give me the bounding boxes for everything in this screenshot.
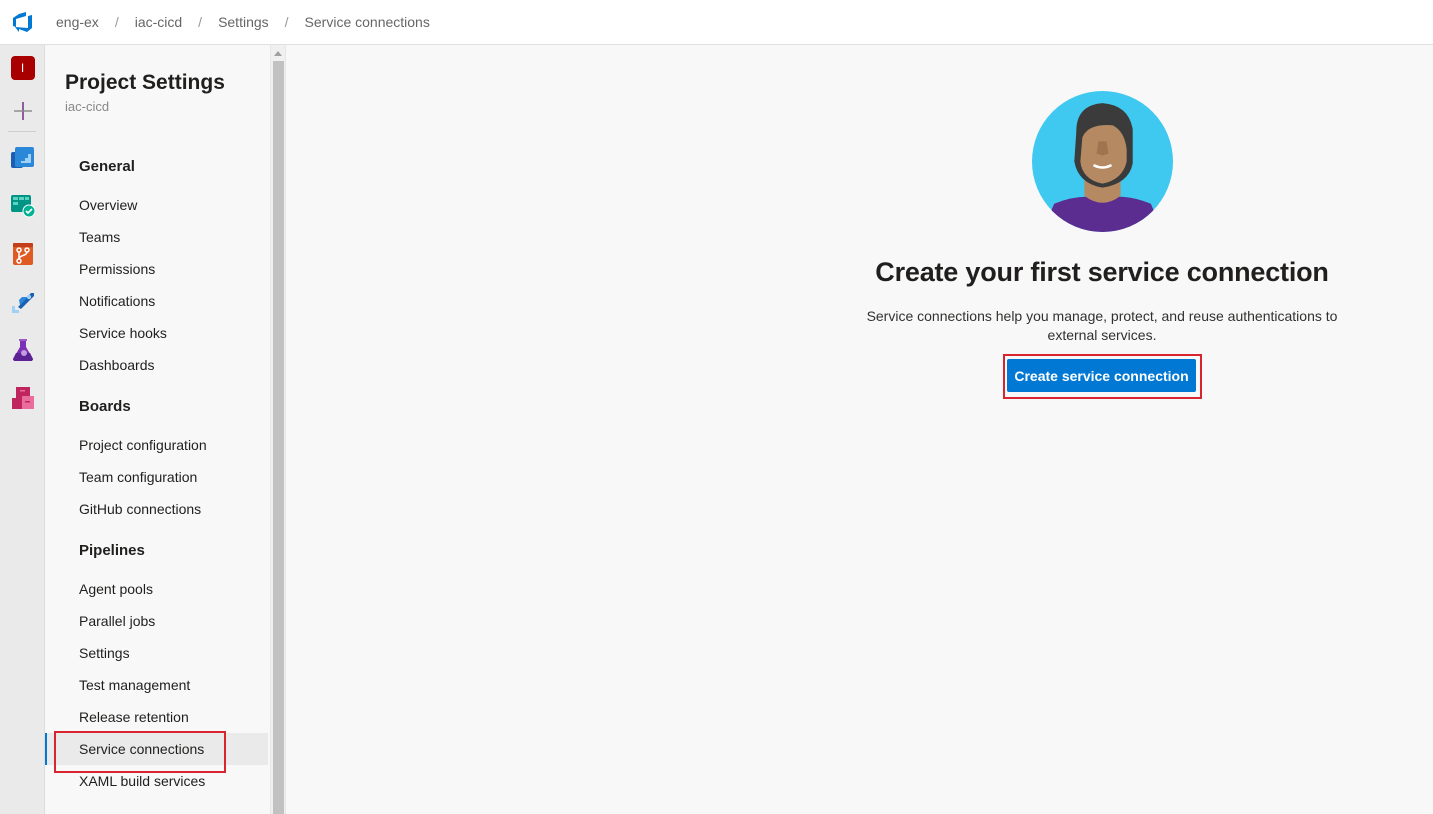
scroll-thumb[interactable]: [273, 61, 284, 814]
nav-item-github-connections[interactable]: GitHub connections: [45, 493, 270, 525]
repos-icon: [12, 243, 33, 265]
breadcrumb-org[interactable]: eng-ex: [56, 14, 99, 30]
test-plans-icon: [12, 339, 33, 361]
breadcrumb-settings[interactable]: Settings: [218, 14, 269, 30]
org-badge: I: [10, 56, 35, 80]
org-button[interactable]: I: [0, 45, 45, 91]
nav-project-name: iac-cicd: [65, 99, 110, 114]
nav-item-project-configuration[interactable]: Project configuration: [45, 429, 270, 461]
breadcrumb-separator: /: [114, 14, 119, 30]
nav-item-settings[interactable]: Settings: [45, 637, 270, 669]
nav-item-team-configuration[interactable]: Team configuration: [45, 461, 270, 493]
artifacts-icon: [11, 387, 34, 409]
nav-item-teams[interactable]: Teams: [45, 221, 270, 253]
empty-state-title: Create your first service connection: [875, 257, 1329, 287]
nav-item-permissions[interactable]: Permissions: [45, 253, 270, 285]
plus-icon: [13, 102, 32, 120]
person-avatar-illustration: [1032, 91, 1173, 232]
nav-group-general: General: [79, 158, 135, 175]
new-item-button[interactable]: [0, 91, 45, 131]
rail-test-plans[interactable]: [0, 326, 45, 374]
nav-item-parallel-jobs[interactable]: Parallel jobs: [45, 605, 270, 637]
nav-item-agent-pools[interactable]: Agent pools: [45, 573, 270, 605]
scroll-up-arrow-icon[interactable]: [271, 45, 285, 61]
breadcrumb-current[interactable]: Service connections: [305, 14, 430, 30]
empty-state-description: Service connections help you manage, pro…: [866, 308, 1338, 343]
nav-item-service-hooks[interactable]: Service hooks: [45, 317, 270, 349]
nav-item-test-management[interactable]: Test management: [45, 669, 270, 701]
azure-devops-logo-icon[interactable]: [0, 0, 45, 44]
nav-item-notifications[interactable]: Notifications: [45, 285, 270, 317]
rail-repos[interactable]: [0, 230, 45, 278]
nav-group-pipelines: Pipelines: [79, 542, 145, 559]
nav-item-dashboards[interactable]: Dashboards: [45, 349, 270, 381]
breadcrumb: eng-ex / iac-cicd / Settings / Service c…: [56, 14, 430, 30]
create-service-connection-button[interactable]: Create service connection: [1007, 359, 1196, 392]
nav-title: Project Settings: [65, 71, 225, 94]
pipelines-icon: [11, 293, 34, 313]
nav-item-overview[interactable]: Overview: [45, 189, 270, 221]
overview-icon: [10, 147, 34, 168]
rail-overview[interactable]: [0, 134, 45, 182]
rail-artifacts[interactable]: [0, 374, 45, 422]
rail-pipelines[interactable]: [0, 278, 45, 326]
left-rail: I: [0, 45, 45, 814]
nav-item-xaml-build-services[interactable]: XAML build services: [45, 765, 270, 797]
project-settings-nav: Project Settings iac-cicd General Overvi…: [45, 45, 270, 814]
top-bar: eng-ex / iac-cicd / Settings / Service c…: [0, 0, 1433, 45]
rail-divider: [8, 131, 36, 132]
nav-scrollbar[interactable]: [270, 45, 286, 814]
nav-group-boards: Boards: [79, 398, 131, 415]
nav-item-release-retention[interactable]: Release retention: [45, 701, 270, 733]
nav-list: General Overview Teams Permissions Notif…: [45, 151, 270, 797]
breadcrumb-separator: /: [198, 14, 203, 30]
nav-item-service-connections[interactable]: Service connections: [45, 733, 268, 765]
main-content: Create your first service connection Ser…: [286, 45, 1433, 814]
breadcrumb-separator: /: [284, 14, 289, 30]
rail-boards[interactable]: [0, 182, 45, 230]
breadcrumb-project[interactable]: iac-cicd: [135, 14, 182, 30]
boards-icon: [10, 195, 35, 218]
